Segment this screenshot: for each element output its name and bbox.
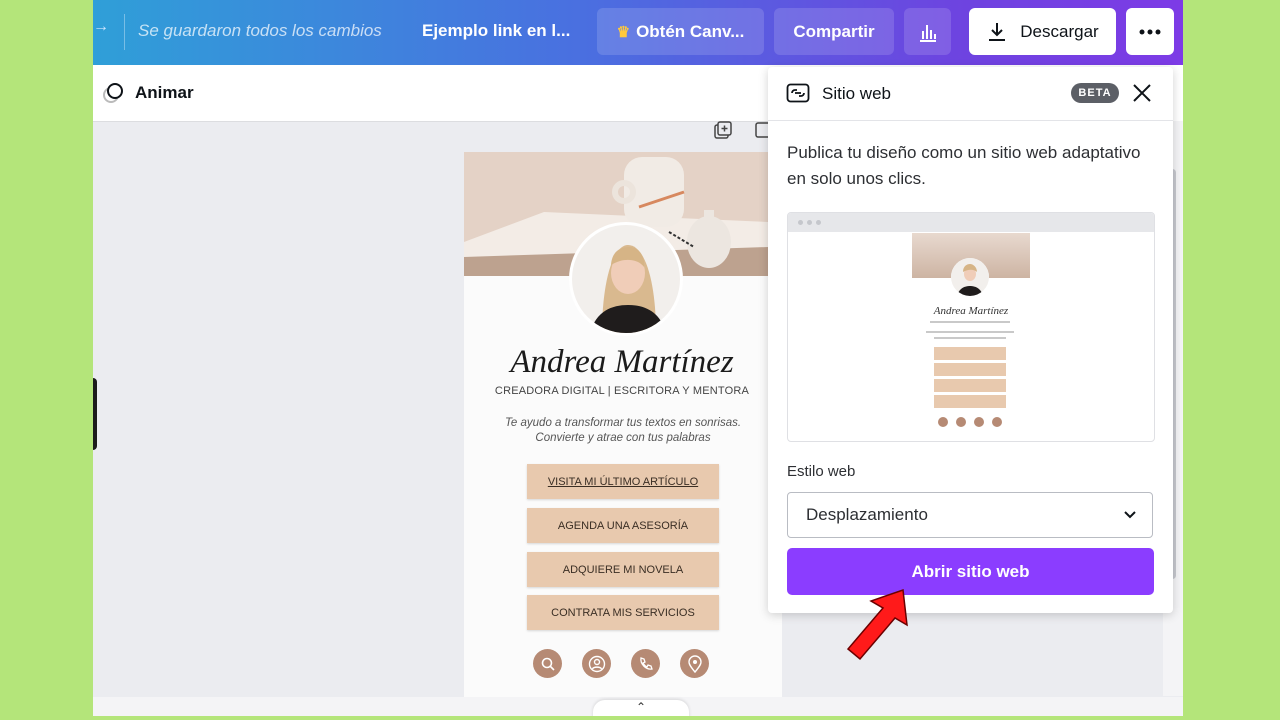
- preview-button: [934, 379, 1006, 392]
- bio-line-1: Te ayudo a transformar tus textos en son…: [504, 417, 742, 429]
- expand-pages-handle[interactable]: ⌃: [593, 700, 689, 716]
- preview-button: [934, 347, 1006, 360]
- save-status: Se guardaron todos los cambios: [138, 21, 382, 40]
- preview-social-dot: [938, 417, 948, 427]
- website-panel: Sitio web BETA Publica tu diseño como un…: [768, 67, 1173, 613]
- document-title[interactable]: Ejemplo link en l...: [422, 21, 570, 41]
- page-actions: [713, 120, 773, 140]
- profile-role: CREADORA DIGITAL | ESCRITORA Y MENTORA: [494, 385, 750, 397]
- link-button-novel[interactable]: ADQUIERE MI NOVELA: [527, 552, 719, 587]
- location-icon[interactable]: [680, 649, 709, 678]
- preview-dot: [807, 220, 812, 225]
- insights-button[interactable]: [904, 8, 951, 55]
- web-style-select[interactable]: Desplazamiento: [787, 492, 1153, 538]
- panel-title: Sitio web: [822, 84, 891, 103]
- share-label: Compartir: [793, 21, 875, 41]
- user-icon[interactable]: [582, 649, 611, 678]
- preview-social-dot: [956, 417, 966, 427]
- beta-badge: BETA: [1071, 83, 1119, 103]
- preview-dot: [816, 220, 821, 225]
- website-icon: [786, 83, 810, 103]
- preview-button: [934, 363, 1006, 376]
- chevron-down-icon: [1124, 511, 1136, 519]
- animate-button[interactable]: Animar: [101, 81, 194, 105]
- preview-text-line: [934, 337, 1006, 339]
- search-icon[interactable]: [533, 649, 562, 678]
- chevron-up-icon: ⌃: [635, 700, 647, 714]
- panel-header: Sitio web BETA: [768, 67, 1173, 121]
- web-style-value: Desplazamiento: [806, 505, 928, 524]
- more-dots-icon: [1139, 29, 1161, 34]
- share-button[interactable]: Compartir: [774, 8, 894, 55]
- preview-browser-bar: [788, 213, 1154, 232]
- upgrade-pro-label: Obtén Canv...: [636, 21, 745, 41]
- close-icon[interactable]: [1129, 80, 1155, 106]
- download-icon: [989, 22, 1006, 41]
- download-button[interactable]: Descargar: [969, 8, 1116, 55]
- preview-button: [934, 395, 1006, 408]
- arrow-right-icon[interactable]: →: [93, 18, 109, 36]
- panel-description: Publica tu diseño como un sitio web adap…: [787, 143, 1141, 188]
- social-icons: [533, 649, 709, 678]
- bar-chart-icon: [919, 24, 936, 42]
- profile-photo: [569, 222, 683, 336]
- upgrade-pro-button[interactable]: ♛ Obtén Canv...: [597, 8, 764, 55]
- bio-line-2: Convierte y atrae con tus palabras: [535, 432, 711, 444]
- crown-icon: ♛: [616, 23, 631, 41]
- website-preview: Andrea Martínez: [787, 212, 1155, 442]
- profile-name: Andrea Martínez: [510, 344, 734, 380]
- phone-icon[interactable]: [631, 649, 660, 678]
- annotation-arrow-icon: [846, 588, 908, 661]
- download-label: Descargar: [1020, 21, 1099, 41]
- web-style-label: Estilo web: [787, 463, 856, 480]
- link-button-article[interactable]: VISITA MI ÚLTIMO ARTÍCULO: [527, 464, 719, 499]
- duplicate-page-icon[interactable]: [713, 120, 733, 140]
- preview-name: Andrea Martínez: [933, 305, 1009, 317]
- preview-dot: [798, 220, 803, 225]
- preview-social-dot: [992, 417, 1002, 427]
- top-bar: → Se guardaron todos los cambios Ejemplo…: [93, 0, 1183, 65]
- link-button-consulting[interactable]: AGENDA UNA ASESORÍA: [527, 508, 719, 543]
- link-button-services[interactable]: CONTRATA MIS SERVICIOS: [527, 595, 719, 630]
- side-panel-handle[interactable]: [93, 378, 97, 450]
- preview-text-line: [930, 321, 1010, 323]
- more-options-button[interactable]: [1126, 8, 1174, 55]
- divider: [124, 14, 125, 50]
- preview-social-dot: [974, 417, 984, 427]
- design-page[interactable]: Andrea Martínez CREADORA DIGITAL | ESCRI…: [464, 152, 782, 697]
- profile-bio: Te ayudo a transformar tus textos en son…: [484, 416, 762, 446]
- preview-avatar: [951, 258, 989, 296]
- animate-icon: [103, 83, 123, 103]
- profile-photo-image: [572, 225, 680, 333]
- preview-text-line: [926, 331, 1014, 333]
- animate-label: Animar: [135, 83, 194, 102]
